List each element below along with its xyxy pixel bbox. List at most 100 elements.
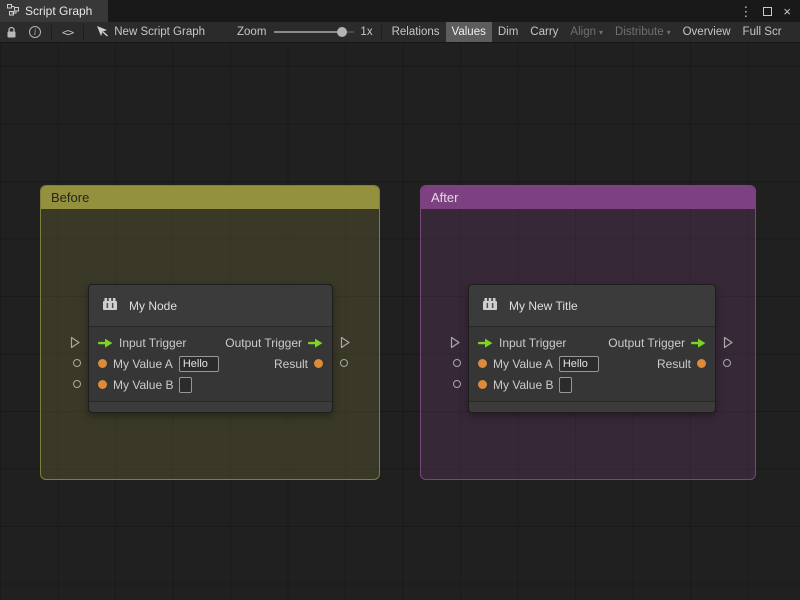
result-port[interactable]: Result: [274, 357, 323, 371]
port-label: Result: [273, 356, 308, 371]
group-before[interactable]: Before My Node Input Trigger Output Trig…: [40, 185, 380, 480]
value-port-dot-icon: [314, 359, 323, 368]
fullscreen-button[interactable]: Full Scr: [737, 22, 788, 42]
dropdown-arrow-icon: ▾: [599, 27, 604, 37]
button-label: Values: [451, 26, 486, 38]
group-after[interactable]: After My New Title Input Trigger Output …: [420, 185, 756, 480]
zoom-slider[interactable]: [274, 25, 355, 39]
input-trigger-port[interactable]: Input Trigger: [478, 336, 566, 350]
zoom-label: Zoom: [237, 26, 267, 38]
maximize-icon[interactable]: [763, 6, 773, 16]
lock-icon[interactable]: [0, 22, 23, 42]
port-label: Output Trigger: [608, 335, 685, 350]
external-output-triangle-port[interactable]: [723, 336, 734, 352]
dropdown-arrow-icon: ▾: [666, 27, 671, 37]
external-value-circle-port[interactable]: [453, 380, 461, 388]
external-input-triangle-port[interactable]: [70, 336, 81, 352]
kebab-menu-icon[interactable]: ⋮: [739, 5, 752, 18]
value-b-input[interactable]: [179, 376, 193, 393]
unit-node-icon: [100, 294, 120, 317]
trigger-arrow-icon: [98, 338, 113, 348]
value-b-port[interactable]: My Value B: [478, 376, 573, 393]
value-port-dot-icon: [98, 359, 107, 368]
value-a-port[interactable]: My Value A: [98, 355, 219, 372]
node-header[interactable]: My New Title: [469, 285, 715, 327]
button-label: Carry: [530, 26, 559, 38]
relations-button[interactable]: Relations: [386, 22, 446, 42]
value-a-input[interactable]: [178, 355, 219, 372]
code-preview-icon[interactable]: <>: [56, 22, 79, 42]
distribute-button[interactable]: Distribute ▾: [609, 22, 677, 42]
graph-breadcrumb[interactable]: New Script Graph: [88, 22, 213, 42]
button-label: Full Scr: [742, 26, 782, 38]
result-port[interactable]: Result: [657, 357, 706, 371]
close-icon[interactable]: ×: [783, 5, 791, 18]
external-output-triangle-port[interactable]: [340, 336, 351, 352]
trigger-arrow-icon: [308, 338, 323, 348]
toolbar-separator: [51, 24, 52, 40]
group-before-header[interactable]: Before: [41, 186, 379, 209]
info-icon[interactable]: i: [23, 22, 47, 42]
value-b-input[interactable]: [559, 376, 573, 393]
external-value-circle-port[interactable]: [453, 359, 461, 367]
output-trigger-port[interactable]: Output Trigger: [608, 336, 706, 350]
external-value-circle-port[interactable]: [73, 359, 81, 367]
value-port-dot-icon: [478, 359, 487, 368]
port-label: My Value A: [493, 356, 553, 371]
button-label: Relations: [391, 26, 440, 38]
zoom-control: Zoom 1x: [237, 25, 377, 39]
output-trigger-port[interactable]: Output Trigger: [225, 336, 323, 350]
node-my-node[interactable]: My Node Input Trigger Output Trigger My …: [70, 284, 350, 413]
external-value-circle-port[interactable]: [73, 380, 81, 388]
tab-script-graph[interactable]: Script Graph: [0, 0, 109, 22]
external-input-triangle-port[interactable]: [450, 336, 461, 352]
group-title: After: [431, 190, 459, 205]
dim-button[interactable]: Dim: [492, 22, 524, 42]
port-label: Input Trigger: [499, 335, 567, 350]
value-port-dot-icon: [697, 359, 706, 368]
button-label: Overview: [682, 26, 731, 38]
port-label: My Value B: [493, 377, 554, 392]
zoom-slider-handle[interactable]: [337, 27, 348, 37]
node-footer: [469, 401, 715, 412]
node-my-new-title[interactable]: My New Title Input Trigger Output Trigge…: [450, 284, 733, 413]
external-value-circle-port[interactable]: [723, 359, 731, 367]
value-a-port[interactable]: My Value A: [478, 355, 599, 372]
node-row-triggers: Input Trigger Output Trigger: [89, 332, 332, 353]
button-label: Dim: [497, 26, 519, 38]
value-a-input[interactable]: [558, 355, 599, 372]
value-port-dot-icon: [98, 380, 107, 389]
toolbar-separator: [380, 24, 382, 40]
port-label: My Value A: [113, 356, 173, 371]
external-value-circle-port[interactable]: [340, 359, 348, 367]
graph-canvas[interactable]: Before My Node Input Trigger Output Trig…: [0, 43, 800, 600]
toolbar-separator: [83, 24, 85, 40]
values-button[interactable]: Values: [445, 22, 492, 42]
button-label: Distribute: [615, 26, 664, 38]
window-tab-bar: Script Graph ⋮ ×: [0, 0, 800, 22]
port-label: Output Trigger: [225, 335, 302, 350]
group-title: Before: [51, 190, 90, 205]
carry-button[interactable]: Carry: [524, 22, 564, 42]
port-label: My Value B: [113, 377, 174, 392]
trigger-arrow-icon: [478, 338, 493, 348]
node-row-value-a: My Value A Result: [469, 353, 715, 374]
node-row-value-b: My Value B: [469, 374, 715, 395]
input-trigger-port[interactable]: Input Trigger: [98, 336, 186, 350]
port-label: Result: [656, 356, 691, 371]
unit-node-icon: [480, 294, 500, 317]
graph-name-label: New Script Graph: [114, 26, 206, 38]
group-after-header[interactable]: After: [421, 186, 755, 209]
node-body: Input Trigger Output Trigger My Value A: [469, 327, 715, 401]
node-title: My New Title: [509, 298, 578, 313]
node-row-value-b: My Value B: [89, 374, 332, 395]
align-button[interactable]: Align ▾: [564, 22, 609, 42]
node-title: My Node: [129, 298, 178, 313]
node-header[interactable]: My Node: [89, 285, 332, 327]
node-row-triggers: Input Trigger Output Trigger: [469, 332, 715, 353]
overview-button[interactable]: Overview: [677, 22, 737, 42]
value-b-port[interactable]: My Value B: [98, 376, 193, 393]
graph-toolbar: i <> New Script Graph Zoom 1x Relations …: [0, 22, 800, 43]
zoom-slider-fill: [274, 31, 343, 33]
script-graph-icon: [7, 3, 19, 19]
